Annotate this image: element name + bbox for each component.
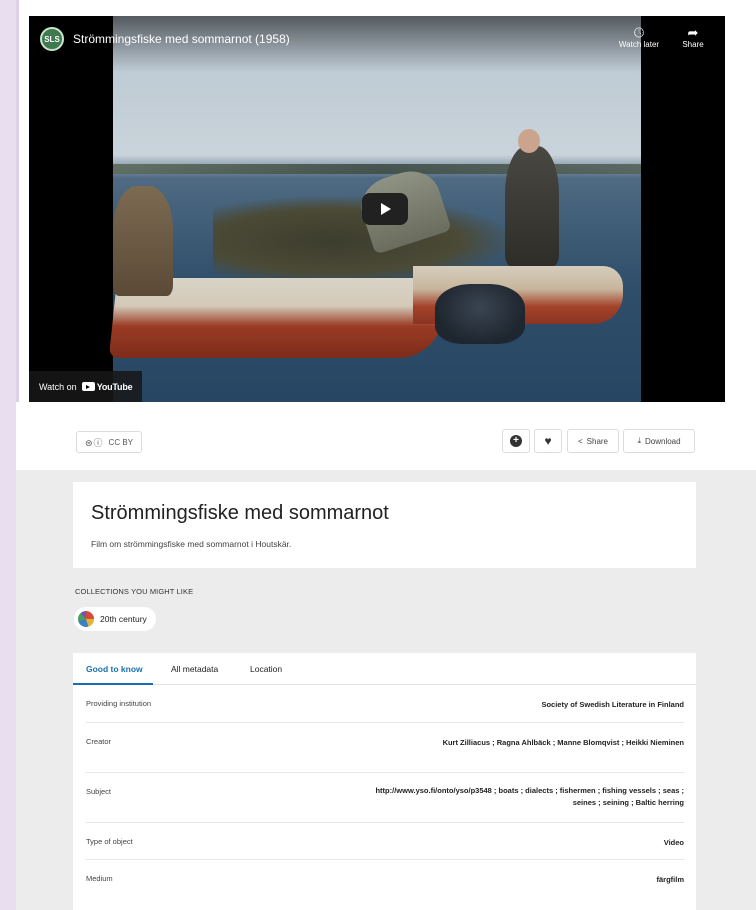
channel-logo-text: SLS [44, 34, 60, 44]
metadata-tabs: Good to know All metadata Location [73, 653, 696, 685]
like-button[interactable]: ♥ [534, 429, 562, 453]
watch-later-button[interactable]: 🕓︎ Watch later [617, 25, 661, 50]
metadata-key: Medium [86, 874, 113, 883]
video-title[interactable]: Strömmingsfiske med sommarnot (1958) [73, 32, 290, 46]
item-details: Strömmingsfiske med sommarnot Film om st… [16, 470, 756, 910]
video-share-button[interactable]: ➦ Share [671, 25, 715, 50]
metadata-row: Creator Kurt Zilliacus ; Ragna Ahlbäck ;… [86, 723, 684, 773]
watch-on-youtube-link[interactable]: Watch on YouTube [29, 371, 143, 402]
download-button[interactable]: ⤓ Download [623, 429, 695, 453]
metadata-key: Subject [86, 787, 112, 796]
tab-all-metadata[interactable]: All metadata [171, 664, 218, 674]
metadata-row: Type of object Video [86, 823, 684, 860]
metadata-value[interactable]: Kurt Zilliacus ; Ragna Ahlbäck ; Manne B… [384, 737, 684, 749]
collections-heading: COLLECTIONS YOU MIGHT LIKE [75, 587, 194, 596]
title-card: Strömmingsfiske med sommarnot Film om st… [73, 482, 696, 568]
share-arrow-icon: ➦ [687, 25, 699, 40]
watch-later-label: Watch later [618, 40, 660, 49]
metadata-key: Providing institution [86, 699, 152, 708]
license-badge[interactable]: ⊜ⓘ CC BY [76, 431, 142, 453]
video-share-label: Share [682, 40, 704, 49]
heart-icon: ♥ [544, 434, 552, 448]
collection-avatar [78, 611, 94, 627]
metadata-key: Creator [86, 737, 112, 746]
metadata-row: Medium färgfilm [86, 860, 684, 898]
license-label: CC BY [108, 437, 133, 447]
youtube-logo: YouTube [81, 381, 133, 392]
channel-logo[interactable]: SLS [40, 27, 64, 51]
tab-location[interactable]: Location [250, 664, 282, 674]
item-toolbar: ⊜ⓘ CC BY + ♥ < Share ⤓ Download [16, 402, 756, 470]
metadata-value[interactable]: http://www.yso.fi/onto/yso/p3548 ; boats… [354, 785, 684, 809]
clock-icon: 🕓︎ [633, 25, 645, 40]
watch-on-label: Watch on [39, 381, 77, 392]
play-icon [381, 203, 391, 215]
share-label: Share [586, 436, 609, 446]
tab-good-to-know[interactable]: Good to know [86, 664, 143, 674]
download-icon: ⤓ [637, 436, 641, 445]
metadata-row: Providing institution Society of Swedish… [86, 685, 684, 723]
play-button[interactable] [362, 193, 408, 225]
metadata-value[interactable]: färgfilm [656, 874, 684, 886]
metadata-value[interactable]: Society of Swedish Literature in Finland [541, 699, 684, 711]
item-description: Film om strömmingsfiske med sommarnot i … [91, 539, 292, 549]
collection-chip[interactable]: 20th century [74, 607, 156, 631]
collection-chip-label: 20th century [100, 614, 147, 624]
share-icon: < [577, 436, 583, 446]
download-label: Download [644, 436, 681, 446]
metadata-key: Type of object [86, 837, 133, 846]
youtube-logo-text: YouTube [96, 381, 133, 392]
metadata-value[interactable]: Video [664, 837, 684, 849]
add-to-gallery-button[interactable]: + [502, 429, 530, 453]
metadata-panel: Good to know All metadata Location Provi… [73, 653, 696, 910]
metadata-row: Subject http://www.yso.fi/onto/yso/p3548… [86, 773, 684, 823]
share-button[interactable]: < Share [567, 429, 619, 453]
page-title: Strömmingsfiske med sommarnot [91, 502, 389, 524]
plus-circle-icon: + [510, 435, 522, 447]
video-player[interactable]: SLS Strömmingsfiske med sommarnot (1958)… [29, 16, 725, 402]
cc-by-icon: ⊜ⓘ [85, 437, 104, 448]
youtube-play-icon [81, 382, 95, 391]
